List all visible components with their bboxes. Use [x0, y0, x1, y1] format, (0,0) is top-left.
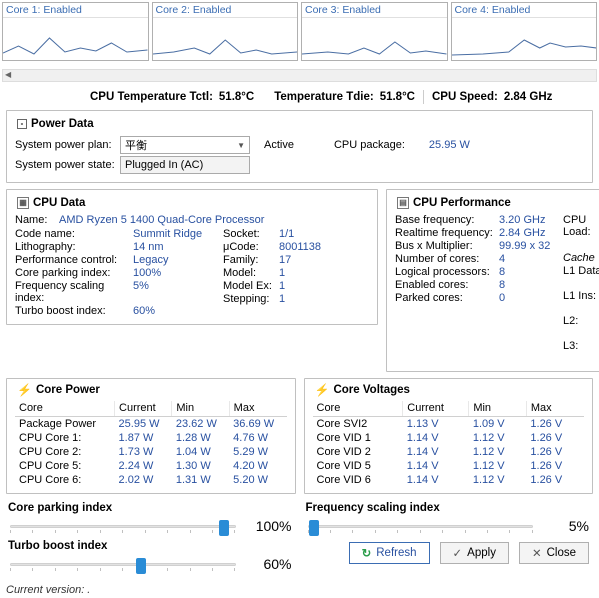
core-volt-group: ⚡Core Voltages Core Current Min Max Core…	[304, 378, 594, 494]
table-row: Core VID 61.14 V1.12 V1.26 V	[313, 473, 585, 487]
cpu-speed-value: 2.84 GHz	[504, 91, 553, 103]
core-volt-table: Core Current Min Max Core SVI21.13 V1.09…	[313, 401, 585, 487]
freq-slider[interactable]	[308, 518, 534, 534]
base-freq: 3.20 GHz	[499, 214, 563, 226]
core-1-title: Core 1: Enabled	[3, 3, 148, 18]
cpu-package-value: 25.95 W	[429, 139, 470, 151]
freqscale: 5%	[133, 280, 223, 304]
bolt-icon: ⚡	[315, 383, 330, 397]
core-4-graph: Core 4: Enabled	[451, 2, 598, 61]
power-data-title: Power Data	[31, 118, 94, 130]
perfctrl: Legacy	[133, 254, 223, 266]
socket: 1/1	[279, 228, 369, 240]
freq-title: Frequency scaling index	[306, 502, 594, 514]
power-plan-label: System power plan:	[15, 139, 120, 151]
turbo-value: 60%	[244, 556, 292, 572]
turbo-slider-group: Turbo boost index 60%	[6, 540, 296, 572]
cpu-data-group: ▦CPU Data Name:AMD Ryzen 5 1400 Quad-Cor…	[6, 189, 378, 325]
perf-icon: ▤	[397, 197, 409, 209]
core-3-title: Core 3: Enabled	[302, 3, 447, 18]
ncores: 4	[499, 253, 563, 265]
parking-title: Core parking index	[8, 502, 296, 514]
codename: Summit Ridge	[133, 228, 223, 240]
turbo-slider[interactable]	[10, 556, 236, 572]
temp-tctl-value: 51.8°C	[219, 91, 254, 103]
power-state-dropdown[interactable]: Plugged In (AC)	[120, 156, 250, 174]
core-power-title: Core Power	[36, 384, 100, 396]
table-row: Core VID 51.14 V1.12 V1.26 V	[313, 459, 585, 473]
table-row: CPU Core 5:2.24 W1.30 W4.20 W	[15, 459, 287, 473]
pk-cores: 0	[499, 292, 563, 304]
table-row: Core SVI21.13 V1.09 V1.26 V	[313, 417, 585, 432]
core-power-group: ⚡ Core Power Core Current Min Max Package…	[6, 378, 296, 494]
parking: 100%	[133, 267, 223, 279]
freq-value: 5%	[541, 518, 589, 534]
core-2-title: Core 2: Enabled	[153, 3, 298, 18]
core-1-graph: Core 1: Enabled	[2, 2, 149, 61]
core-power-table: Core Current Min Max Package Power25.95 …	[15, 401, 287, 487]
bolt-icon: ⚡	[17, 383, 32, 397]
table-row: CPU Core 6:2.02 W1.31 W5.20 W	[15, 473, 287, 487]
close-button[interactable]: Close	[519, 542, 589, 564]
litho: 14 nm	[133, 241, 223, 253]
family: 17	[279, 254, 369, 266]
core-graphs-row: Core 1: Enabled Core 2: Enabled Core 3: …	[0, 0, 599, 63]
nlp: 8	[499, 266, 563, 278]
cpu-icon: ▦	[17, 197, 29, 209]
footer-version: Current version: .	[0, 578, 599, 598]
cpu-perf-title: CPU Performance	[413, 197, 511, 209]
parking-slider-group: Core parking index 100%	[6, 502, 296, 534]
refresh-button[interactable]: Refresh	[349, 542, 430, 564]
parking-slider[interactable]	[10, 518, 236, 534]
temp-tctl-label: CPU Temperature Tctl:	[90, 91, 213, 103]
real-freq: 2.84 GHz	[499, 227, 563, 239]
parking-value: 100%	[244, 518, 292, 534]
en-cores: 8	[499, 279, 563, 291]
cpu-perf-group: ▤CPU Performance Base frequency:3.20 GHz…	[386, 189, 599, 372]
turbo-title: Turbo boost index	[8, 540, 296, 552]
table-row: CPU Core 2:1.73 W1.04 W5.29 W	[15, 445, 287, 459]
ucode: 8001138	[279, 241, 369, 253]
core-2-graph: Core 2: Enabled	[152, 2, 299, 61]
chevron-down-icon: ▼	[237, 141, 245, 150]
cpu-data-title: CPU Data	[33, 197, 85, 209]
cpu-package-label: CPU package:	[334, 139, 405, 151]
power-state-label: System power state:	[15, 159, 120, 171]
table-row: Package Power25.95 W23.62 W36.69 W	[15, 417, 287, 432]
cpu-speed-label: CPU Speed:	[432, 91, 498, 103]
busmul: 99.99 x 32	[499, 240, 563, 252]
freq-slider-group: Frequency scaling index 5%	[304, 502, 594, 534]
stepping: 1	[279, 293, 369, 305]
table-row: Core VID 11.14 V1.12 V1.26 V	[313, 431, 585, 445]
modelex: 1	[279, 280, 369, 292]
turbo: 60%	[133, 305, 223, 317]
cpu-name: AMD Ryzen 5 1400 Quad-Core Processor	[59, 214, 264, 226]
power-plan-status: Active	[264, 139, 294, 151]
horizontal-scrollbar[interactable]	[2, 69, 597, 82]
apply-button[interactable]: Apply	[440, 542, 509, 564]
temp-tdie-value: 51.8°C	[380, 91, 415, 103]
temp-tdie-label: Temperature Tdie:	[274, 91, 373, 103]
core-4-title: Core 4: Enabled	[452, 3, 597, 18]
cache-header: Cache	[563, 252, 599, 264]
core-3-graph: Core 3: Enabled	[301, 2, 448, 61]
table-row: Core VID 21.14 V1.12 V1.26 V	[313, 445, 585, 459]
model: 1	[279, 267, 369, 279]
collapse-icon[interactable]: -	[17, 119, 27, 129]
power-plan-dropdown[interactable]: 平衡▼	[120, 136, 250, 154]
summary-bar: CPU Temperature Tctl: 51.8°C Temperature…	[0, 86, 599, 110]
core-volt-title: Core Voltages	[333, 384, 409, 396]
power-data-group: -Power Data System power plan: 平衡▼ Activ…	[6, 110, 593, 183]
table-row: CPU Core 1:1.87 W1.28 W4.76 W	[15, 431, 287, 445]
